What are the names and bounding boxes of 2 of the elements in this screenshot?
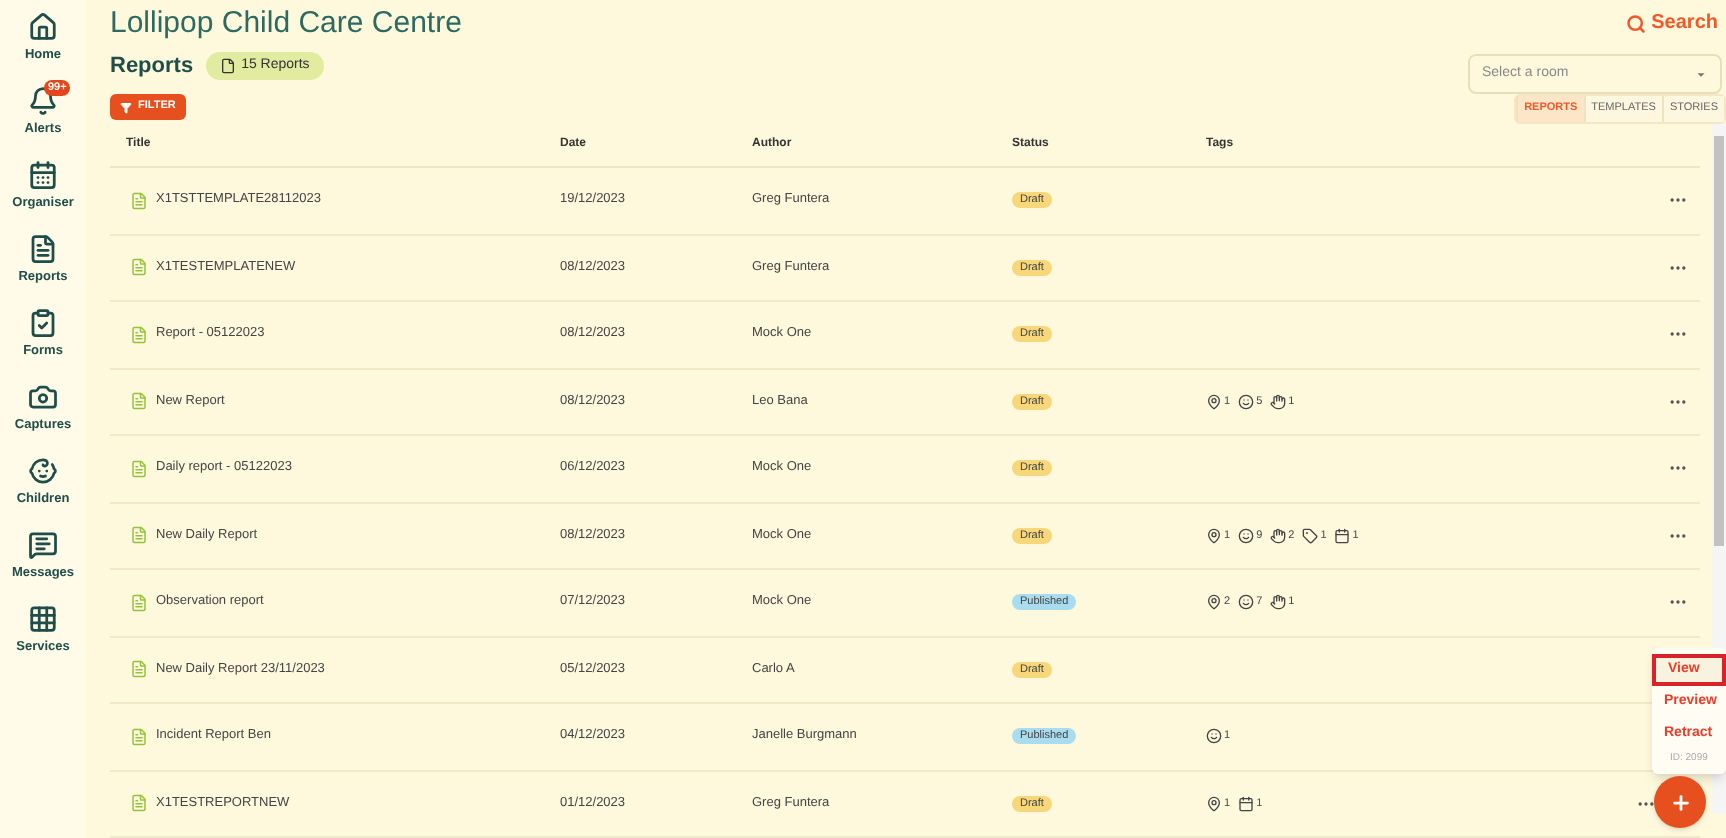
centre-title: Lollipop Child Care Centre bbox=[110, 4, 462, 44]
section-title: Reports bbox=[110, 51, 194, 82]
